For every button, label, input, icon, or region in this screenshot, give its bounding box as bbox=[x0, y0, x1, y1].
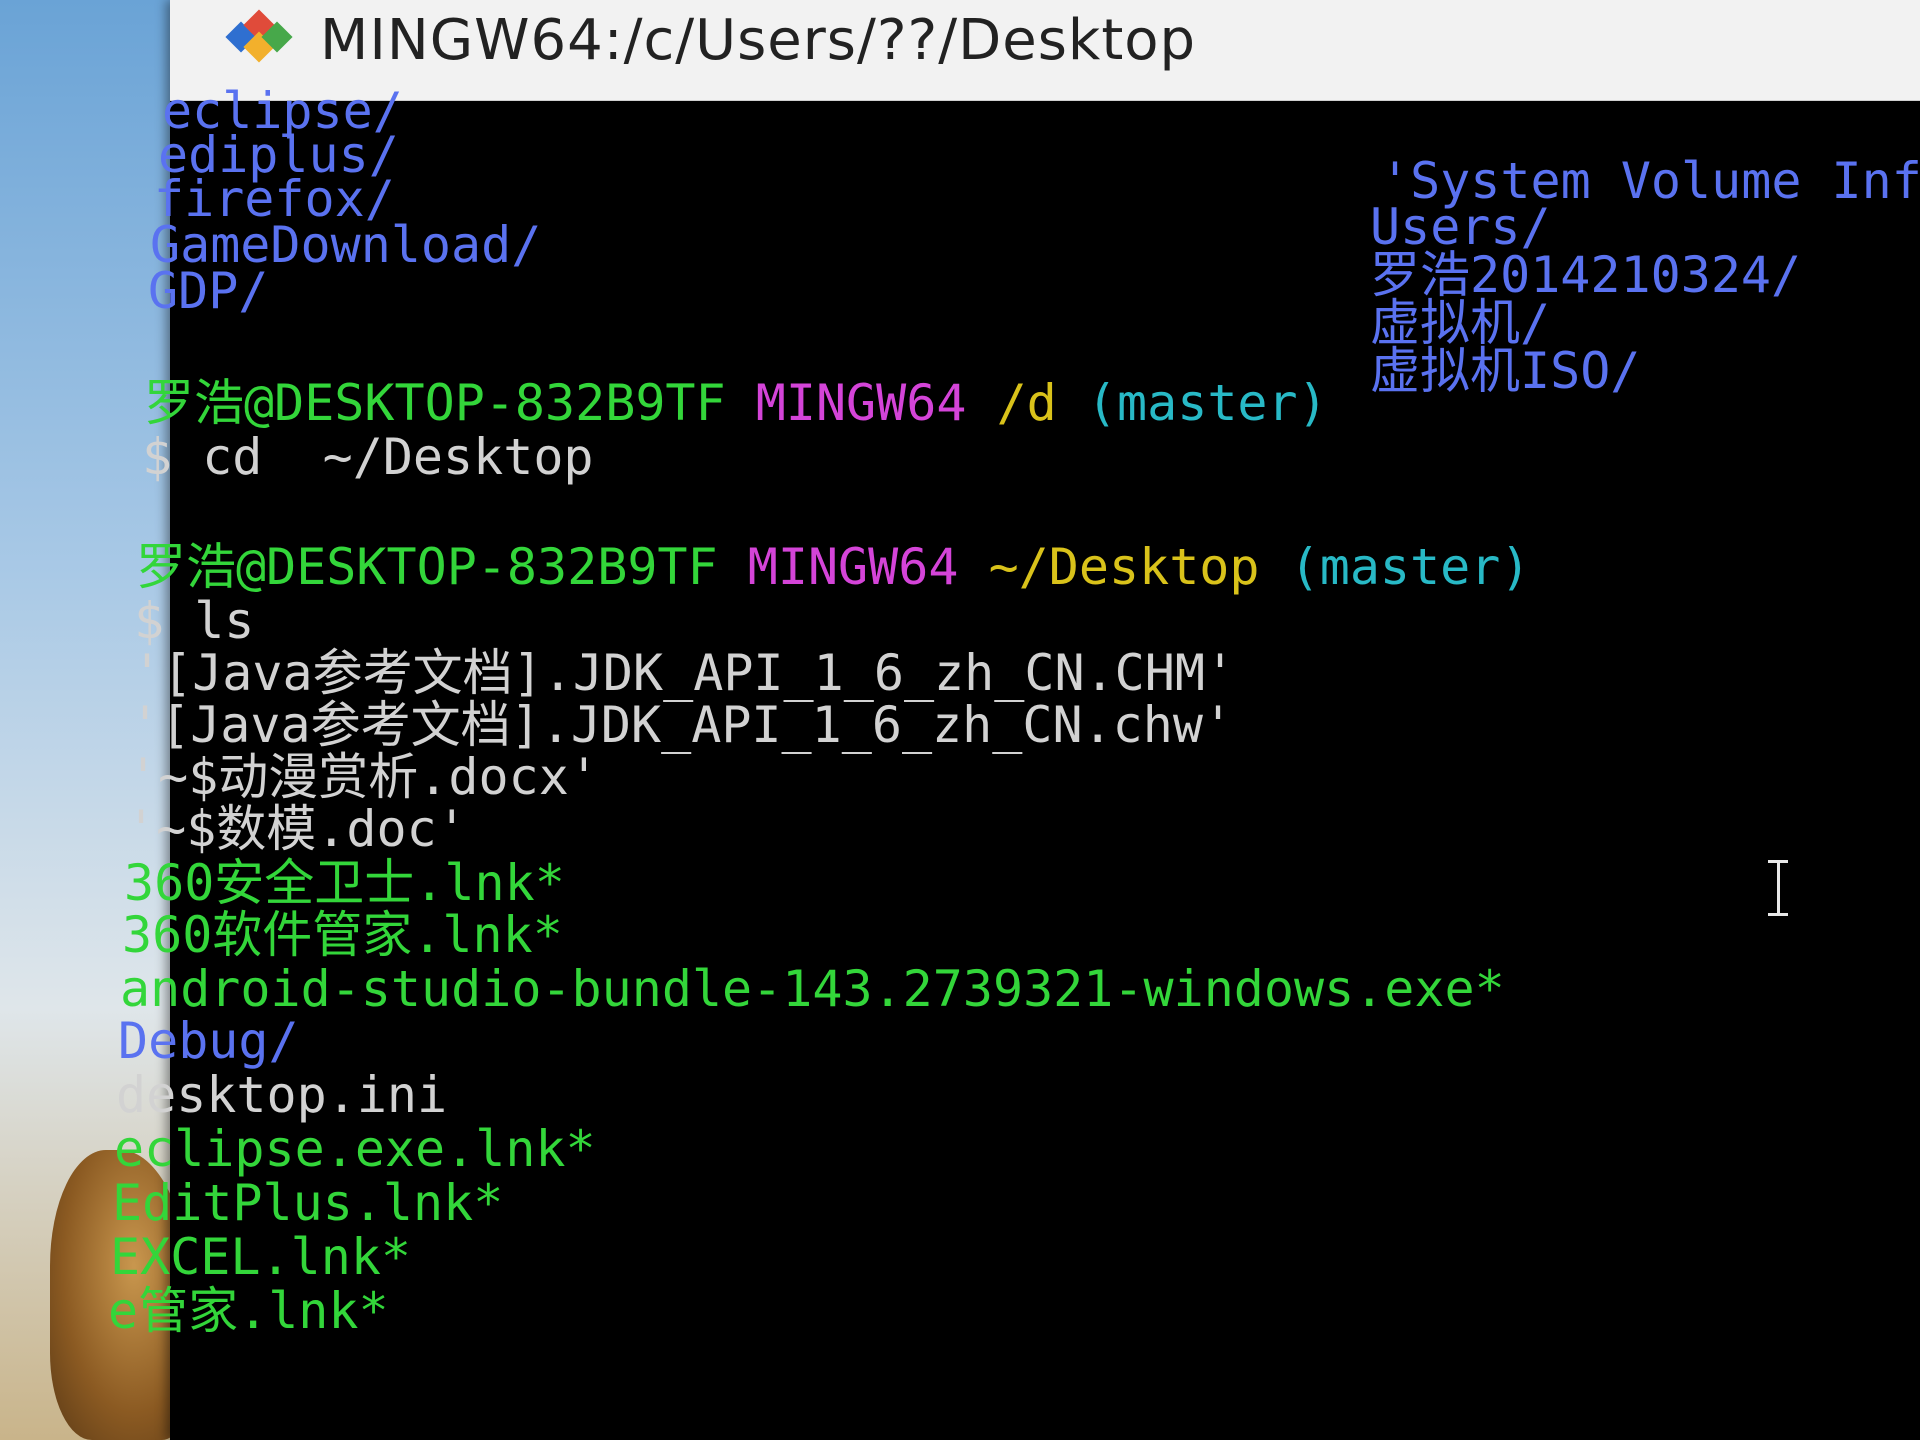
prompt-cwd: /d bbox=[996, 374, 1057, 432]
git-bash-icon[interactable] bbox=[225, 9, 293, 63]
prompt-user-host: 罗浩@DESKTOP-832B9TF bbox=[144, 374, 726, 432]
prompt-shell: MINGW64 bbox=[747, 538, 959, 596]
terminal-output[interactable]: eclipse/ ediplus/ firefox/ GameDownload/… bbox=[108, 84, 1920, 1440]
list-item: Debug/ bbox=[118, 1012, 299, 1070]
list-item: EXCEL.lnk* bbox=[110, 1228, 412, 1286]
prompt-line: 罗浩@DESKTOP-832B9TF MINGW64 /d (master) bbox=[144, 376, 1328, 430]
prompt-cwd: ~/Desktop bbox=[988, 538, 1260, 596]
terminal-window[interactable]: MINGW64:/c/Users/??/Desktop eclipse/ edi… bbox=[108, 0, 1920, 1440]
prompt-user-host: 罗浩@DESKTOP-832B9TF bbox=[136, 538, 718, 596]
command-line: $ cd ~/Desktop bbox=[142, 428, 594, 486]
prompt-line: 罗浩@DESKTOP-832B9TF MINGW64 ~/Desktop (ma… bbox=[136, 540, 1530, 594]
window-title: MINGW64:/c/Users/??/Desktop bbox=[320, 8, 1197, 73]
command-line: $ ls bbox=[134, 592, 255, 650]
list-item: EditPlus.lnk* bbox=[112, 1174, 504, 1232]
list-item: '[Java参考文档].JDK_API_1_6_zh_CN.CHM' bbox=[132, 644, 1236, 702]
list-item: eclipse.exe.lnk* bbox=[114, 1120, 596, 1178]
list-item: e管家.lnk* bbox=[108, 1282, 389, 1340]
list-item: 虚拟机ISO/ bbox=[1370, 342, 1641, 400]
list-item: '[Java参考文档].JDK_API_1_6_zh_CN.chw' bbox=[130, 696, 1234, 754]
list-item: 360软件管家.lnk* bbox=[122, 906, 563, 964]
list-item: android-studio-bundle-143.2739321-window… bbox=[120, 960, 1505, 1018]
list-item: '~$动漫赏析.docx' bbox=[128, 748, 599, 806]
list-item: desktop.ini bbox=[116, 1066, 448, 1124]
list-item: 360安全卫士.lnk* bbox=[124, 854, 565, 912]
prompt-branch: (master) bbox=[1289, 538, 1531, 596]
text-cursor-icon bbox=[1768, 860, 1788, 916]
prompt-branch: (master) bbox=[1086, 374, 1328, 432]
title-bar[interactable]: MINGW64:/c/Users/??/Desktop bbox=[170, 0, 1920, 101]
list-item: GDP/ bbox=[148, 262, 269, 320]
prompt-shell: MINGW64 bbox=[755, 374, 967, 432]
list-item: '~$数模.doc' bbox=[126, 800, 467, 858]
